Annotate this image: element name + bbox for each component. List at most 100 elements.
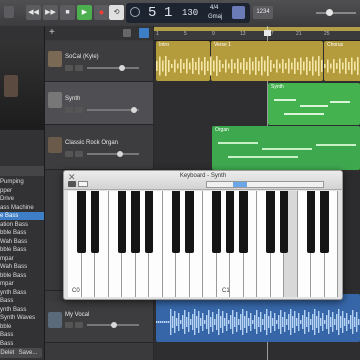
library-button[interactable] — [4, 6, 14, 18]
volume-slider[interactable] — [316, 12, 356, 14]
track-header-vocal[interactable]: My Vocal — [45, 302, 153, 343]
ruler[interactable]: 15913172125 — [154, 26, 360, 41]
region-label: Intro — [159, 42, 170, 48]
cycle-region[interactable] — [154, 27, 360, 31]
fast-forward-icon[interactable]: ▶▶ — [43, 5, 58, 20]
track-header-synth[interactable]: Synth — [45, 82, 153, 125]
library-item[interactable]: Bass — [0, 297, 44, 305]
keyboard-mode-icon[interactable] — [68, 181, 76, 187]
black-key[interactable] — [144, 191, 154, 253]
library-item[interactable]: mpar — [0, 255, 44, 263]
lcd-tempo: 130 — [182, 8, 199, 18]
drummer-waveform — [156, 56, 359, 76]
library-item[interactable]: bble Bass — [0, 246, 44, 254]
record-icon[interactable]: ● — [94, 5, 109, 20]
cycle-icon[interactable]: ⟲ — [109, 5, 124, 20]
library-item[interactable]: ation Bass — [0, 221, 44, 229]
library-item[interactable]: Bass — [0, 331, 44, 339]
library-search[interactable] — [0, 166, 44, 176]
region-organ[interactable]: Organ — [212, 126, 360, 170]
library-item[interactable]: ynth Bass — [0, 306, 44, 314]
tuner-icon — [130, 7, 140, 17]
solo-button[interactable] — [75, 151, 83, 157]
ruler-tick-label: 5 — [184, 31, 187, 37]
library-item[interactable]: e Bass — [0, 212, 44, 220]
solo-button[interactable] — [75, 65, 83, 71]
region-label: Chorus — [327, 42, 344, 48]
metronome-button[interactable] — [232, 6, 245, 19]
library-item[interactable]: Synth Waves — [0, 314, 44, 322]
mute-button[interactable] — [65, 107, 73, 113]
volume-knob[interactable] — [131, 107, 137, 113]
stop-icon[interactable]: ■ — [60, 5, 75, 20]
region-label: Synth — [271, 84, 284, 90]
octave-highlight[interactable] — [233, 182, 247, 187]
library-item[interactable]: Drive — [0, 195, 44, 203]
piano-keys[interactable] — [68, 191, 338, 297]
control-bar: ◀◀ ▶▶ ■ ▶ ● ⟲ 5 1 130 4/4 Gmaj ▾ 1234 — [0, 0, 360, 27]
black-key[interactable] — [77, 191, 86, 253]
library-item[interactable]: bble Bass — [0, 229, 44, 237]
playhead-marker[interactable] — [264, 30, 271, 36]
library-item[interactable]: Wah Bass — [0, 263, 44, 271]
black-key[interactable] — [185, 191, 194, 253]
count-in-button[interactable]: 1234 — [253, 6, 273, 19]
solo-button[interactable] — [75, 322, 83, 328]
keyboard-window[interactable]: ✕ Keyboard - Synth C0 C1 — [63, 170, 343, 300]
track-header-organ[interactable]: Classic Rock Organ — [45, 125, 153, 170]
region-label: Organ — [215, 127, 229, 133]
ruler-tick-label: 9 — [212, 31, 215, 37]
black-key[interactable] — [171, 191, 181, 253]
ruler-tick-label: 13 — [240, 31, 246, 37]
volume-slider[interactable] — [87, 67, 139, 69]
black-key[interactable] — [212, 191, 221, 253]
ruler-tick-label: 1 — [156, 31, 159, 37]
volume-knob[interactable] — [326, 9, 333, 16]
black-key[interactable] — [239, 191, 248, 253]
black-key[interactable] — [306, 191, 316, 253]
midi-notes — [274, 95, 354, 119]
keyboard-title-bar[interactable]: ✕ Keyboard - Synth — [64, 171, 342, 190]
mute-button[interactable] — [65, 151, 73, 157]
black-key[interactable] — [90, 191, 100, 253]
rewind-icon[interactable]: ◀◀ — [26, 5, 41, 20]
black-key[interactable] — [117, 191, 127, 253]
library-item[interactable]: Bass — [0, 340, 44, 348]
ruler-tick-label: 21 — [296, 31, 302, 37]
region-synth[interactable]: Synth — [268, 83, 360, 125]
solo-button[interactable] — [75, 107, 83, 113]
library-item[interactable]: bble — [0, 323, 44, 331]
library-item[interactable]: ass Machine — [0, 204, 44, 212]
volume-knob[interactable] — [117, 151, 123, 157]
octave-navigator[interactable] — [206, 181, 324, 188]
microphone-icon — [48, 312, 62, 328]
smart-controls-icon[interactable] — [123, 29, 131, 37]
filter-icon[interactable] — [139, 28, 149, 38]
black-key[interactable] — [279, 191, 289, 253]
volume-knob[interactable] — [111, 322, 117, 328]
library-item[interactable]: pper — [0, 187, 44, 195]
track-name: Classic Rock Organ — [65, 140, 119, 146]
black-key[interactable] — [225, 191, 235, 253]
drummer-avatar — [48, 51, 62, 67]
library-item[interactable]: ynth Bass — [0, 289, 44, 297]
black-key[interactable] — [266, 191, 275, 253]
mute-button[interactable] — [65, 322, 73, 328]
track-header-socal[interactable]: SoCal (Kyle) — [45, 41, 153, 82]
track-header-toolbar: + — [45, 26, 153, 40]
volume-slider[interactable] — [87, 153, 139, 155]
musical-typing-icon[interactable] — [78, 181, 88, 187]
black-key[interactable] — [320, 191, 329, 253]
library-item[interactable]: Pumping — [0, 178, 44, 186]
play-icon[interactable]: ▶ — [77, 5, 92, 20]
octave-label-c1: C1 — [222, 288, 230, 294]
add-track-button[interactable]: + — [49, 28, 59, 38]
library-item[interactable]: bble Bass — [0, 272, 44, 280]
library-item[interactable]: mpar — [0, 280, 44, 288]
save-button[interactable]: Save... — [14, 348, 42, 358]
library-item[interactable]: Wah Bass — [0, 238, 44, 246]
library-patch-image — [0, 40, 44, 130]
volume-knob[interactable] — [119, 65, 125, 71]
black-key[interactable] — [131, 191, 140, 253]
mute-button[interactable] — [65, 65, 73, 71]
